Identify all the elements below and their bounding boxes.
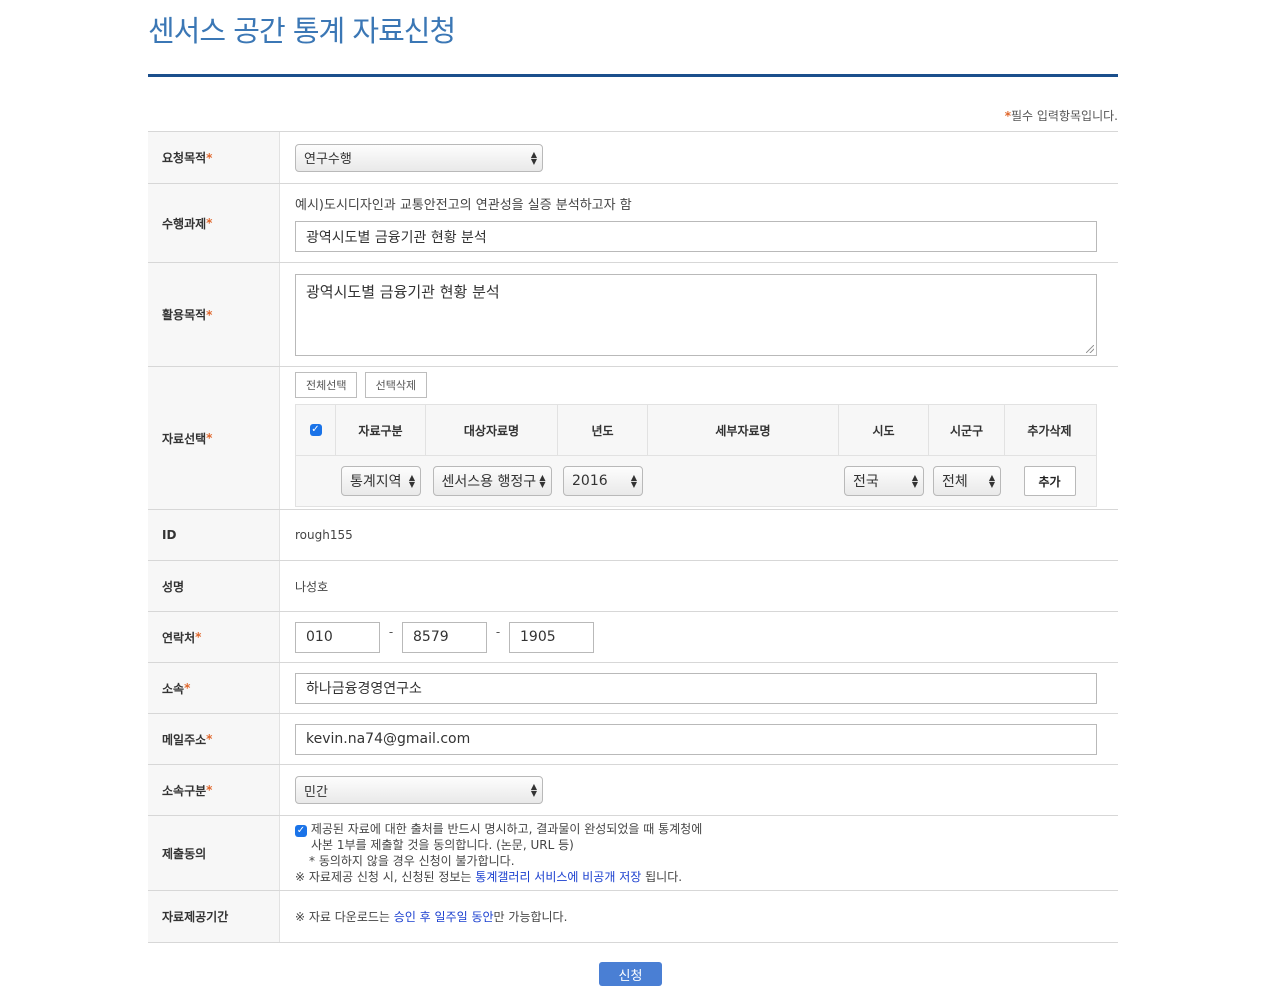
label-affiliation: 소속 * (148, 663, 280, 713)
col-sigungu: 시군구 (929, 405, 1005, 455)
col-category: 자료구분 (336, 405, 426, 455)
task-input[interactable]: 광역시도별 금융기관 현황 분석 (295, 221, 1097, 252)
name-value: 나성호 (295, 579, 329, 594)
consent-text: ✓ 제공된 자료에 대한 출처를 반드시 명시하고, 결과물이 완성되었을 때 … (295, 822, 703, 884)
row-affiliation-type: 소속구분 * 민간 ▲ ▼ (148, 765, 1118, 816)
task-hint: 예시)도시디자인과 교통안전고의 연관성을 실증 분석하고자 함 (295, 198, 632, 213)
purpose-select[interactable]: 연구수행 ▲ ▼ (295, 143, 543, 172)
row-data-select: 자료선택 * 전체선택 선택삭제 ✓ 자료구분 대상자료명 년도 세부자료명 시도… (148, 367, 1118, 510)
add-row-button[interactable]: 추가 (1023, 466, 1076, 496)
label-affiliation-type: 소속구분 * (148, 765, 280, 815)
row-affiliation: 소속 * 하나금융경영연구소 (148, 663, 1118, 714)
row-id: ID rough155 (148, 510, 1118, 561)
row-purpose: 요청목적 * 연구수행 ▲ ▼ (148, 132, 1118, 184)
usage-textarea-value: 광역시도별 금융기관 현황 분석 (306, 282, 500, 301)
label-consent: 제출동의 (148, 816, 280, 890)
usage-textarea[interactable]: 광역시도별 금융기관 현황 분석 (295, 273, 1097, 356)
phone-part3-input[interactable]: 1905 (509, 621, 594, 653)
period-text: ※ 자료 다운로드는 승인 후 일주일 동안만 가능합니다. (295, 909, 568, 924)
label-data-select: 자료선택 * (148, 367, 280, 509)
header-checkbox-cell: ✓ (296, 405, 336, 455)
col-detail: 세부자료명 (648, 405, 839, 455)
label-period: 자료제공기간 (148, 891, 280, 942)
label-task: 수행과제 * (148, 184, 280, 262)
label-phone: 연락처 * (148, 612, 280, 662)
request-form: 요청목적 * 연구수행 ▲ ▼ 수행과제 * 예시)도시디자인과 교통안전고의 연관성… (148, 131, 1118, 943)
sigungu-select[interactable]: 전체 ▲ ▼ (933, 466, 1001, 496)
data-table-header: ✓ 자료구분 대상자료명 년도 세부자료명 시도 시군구 추가삭제 (296, 405, 1096, 456)
select-arrows-icon: ▲ ▼ (530, 149, 537, 166)
row-email: 메일주소 * kevin.na74@gmail.com (148, 714, 1118, 765)
checkbox-checked-icon[interactable]: ✓ (309, 424, 322, 436)
resize-grip-icon[interactable] (1086, 344, 1094, 353)
gallery-link[interactable]: 통계갤러리 서비스에 비공개 저장 (475, 870, 641, 884)
affiliation-type-select[interactable]: 민간 ▲ ▼ (295, 776, 543, 804)
select-arrows-icon: ▲ ▼ (988, 473, 995, 489)
year-select[interactable]: 2016 ▲ ▼ (563, 466, 643, 496)
row-task: 수행과제 * 예시)도시디자인과 교통안전고의 연관성을 실증 분석하고자 함 광… (148, 184, 1118, 263)
data-table-row: 통계지역 ▲ ▼ 센서스용 행정구 ▲ ▼ 2016 ▲ ▼ 전국 ▲ ▼ 전체 ▲ ▼ (296, 456, 1096, 506)
row-name: 성명 나성호 (148, 561, 1118, 612)
title-divider (148, 74, 1118, 77)
consent-checkbox-icon[interactable]: ✓ (295, 825, 307, 837)
phone-part1-input[interactable]: 010 (295, 621, 380, 653)
data-table: ✓ 자료구분 대상자료명 년도 세부자료명 시도 시군구 추가삭제 통계지역 ▲ ▼… (295, 404, 1097, 507)
select-arrows-icon: ▲ ▼ (911, 473, 918, 489)
phone-separator: - (388, 625, 394, 639)
label-email: 메일주소 * (148, 714, 280, 764)
label-id: ID (148, 510, 280, 560)
label-name: 성명 (148, 561, 280, 611)
row-phone: 연락처 * 010 - 8579 - 1905 (148, 612, 1118, 663)
period-highlight: 승인 후 일주일 동안 (393, 909, 494, 924)
category-select[interactable]: 통계지역 ▲ ▼ (341, 466, 421, 496)
select-arrows-icon: ▲ ▼ (630, 473, 637, 489)
sido-select[interactable]: 전국 ▲ ▼ (844, 466, 924, 496)
delete-selected-button[interactable]: 선택삭제 (364, 372, 428, 398)
select-arrows-icon: ▲ ▼ (539, 473, 546, 489)
phone-separator: - (495, 625, 501, 639)
affiliation-type-value: 민간 (304, 784, 328, 800)
row-consent: 제출동의 ✓ 제공된 자료에 대한 출처를 반드시 명시하고, 결과물이 완성되… (148, 816, 1118, 891)
required-note: *필수 입력항목입니다. (1005, 107, 1118, 124)
phone-part2-input[interactable]: 8579 (402, 621, 487, 653)
required-note-text: 필수 입력항목입니다. (1011, 109, 1118, 123)
submit-button[interactable]: 신청 (599, 962, 662, 986)
select-arrows-icon: ▲ ▼ (408, 473, 415, 489)
col-add-delete: 추가삭제 (1027, 423, 1072, 438)
row-period: 자료제공기간 ※ 자료 다운로드는 승인 후 일주일 동안만 가능합니다. (148, 891, 1118, 943)
affiliation-input[interactable]: 하나금융경영연구소 (295, 672, 1097, 704)
col-sido: 시도 (839, 405, 929, 455)
row-usage: 활용목적 * 광역시도별 금융기관 현황 분석 (148, 263, 1118, 367)
label-usage: 활용목적 * (148, 263, 280, 366)
email-input[interactable]: kevin.na74@gmail.com (295, 723, 1097, 755)
label-purpose: 요청목적 * (148, 132, 280, 183)
id-value: rough155 (295, 528, 353, 542)
select-all-button[interactable]: 전체선택 (295, 372, 358, 398)
col-year: 년도 (558, 405, 648, 455)
select-arrows-icon: ▲ ▼ (530, 782, 537, 798)
purpose-select-value: 연구수행 (304, 152, 352, 167)
col-dataset: 대상자료명 (426, 405, 558, 455)
page-title: 센서스 공간 통계 자료신청 (148, 14, 456, 48)
dataset-select[interactable]: 센서스용 행정구 ▲ ▼ (432, 466, 552, 496)
